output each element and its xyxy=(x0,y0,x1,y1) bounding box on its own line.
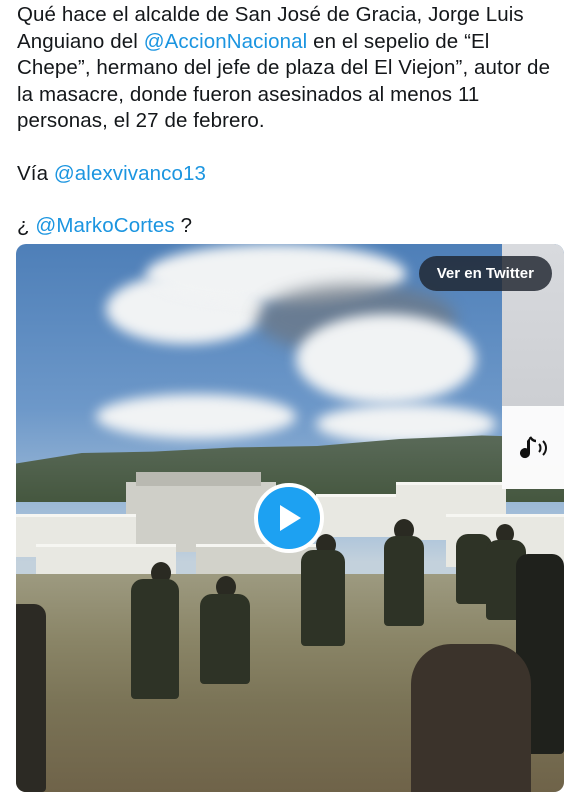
question-close: ? xyxy=(174,214,193,237)
mention-alexvivanco13[interactable]: @alexvivanco13 xyxy=(54,162,206,185)
watch-on-twitter-button[interactable]: Ver en Twitter xyxy=(418,256,552,291)
play-button[interactable] xyxy=(254,483,324,553)
play-icon xyxy=(280,505,301,531)
video-person xyxy=(131,579,179,699)
video-cloud xyxy=(296,314,476,404)
video-cloud xyxy=(96,394,296,439)
video-person xyxy=(16,604,46,792)
video-person xyxy=(200,594,250,684)
tweet-via: Vía @alexvivanco13 xyxy=(17,161,565,188)
video-tomb xyxy=(136,472,261,486)
tweet-question: ¿ @MarkoCortes ? xyxy=(17,213,565,240)
tweet-text: Qué hace el alcalde de San José de Graci… xyxy=(17,2,565,240)
mention-accion-nacional[interactable]: @AccionNacional xyxy=(144,30,308,53)
tweet-body: Qué hace el alcalde de San José de Graci… xyxy=(17,2,565,135)
question-open: ¿ xyxy=(17,214,36,237)
video-person xyxy=(301,550,345,646)
video-person xyxy=(411,644,531,792)
sound-overlay[interactable] xyxy=(502,406,564,489)
video-person xyxy=(384,536,424,626)
via-label: Vía xyxy=(17,161,54,185)
tiktok-sound-icon xyxy=(520,435,547,458)
mention-markocortes[interactable]: @MarkoCortes xyxy=(35,214,174,237)
embedded-video[interactable]: Ver en Twitter xyxy=(16,244,564,792)
